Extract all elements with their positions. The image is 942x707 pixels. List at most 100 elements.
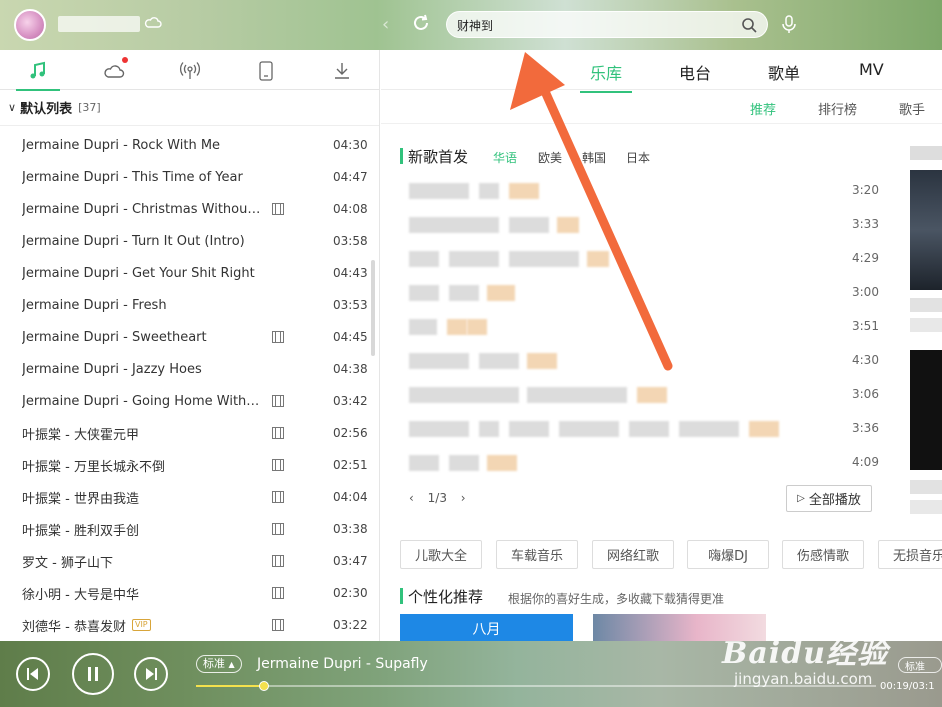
song-title: Jermaine Dupri - Get Your Shit Right [22, 265, 255, 281]
username-blurred[interactable] [58, 16, 140, 32]
mv-film-icon[interactable] [272, 427, 284, 439]
song-row[interactable]: Jermaine Dupri - Fresh 03:53 [0, 289, 372, 321]
voice-search-icon[interactable] [780, 14, 798, 34]
song-row[interactable]: 罗文 - 狮子山下 03:47 [0, 545, 372, 577]
mv-film-icon[interactable] [272, 587, 284, 599]
mv-film-icon[interactable] [272, 555, 284, 567]
playlist-header[interactable]: ∨ 默认列表 [37] [0, 90, 379, 126]
refresh-icon[interactable] [410, 12, 432, 34]
new-song-row[interactable]: 3:33 [409, 215, 909, 235]
tab-my-music[interactable] [16, 60, 60, 91]
caret-up-icon: ▲ [228, 660, 235, 669]
tag-car-music[interactable]: 车载音乐 [496, 540, 578, 569]
sub-tab-bar: 推荐 排行榜 歌手 [381, 90, 942, 124]
device-icon [259, 61, 273, 81]
playlist-title: 默认列表 [20, 102, 73, 117]
new-song-row[interactable]: 4:30 [409, 351, 909, 371]
tag-lossless[interactable]: 无损音乐 [878, 540, 942, 569]
song-row[interactable]: Jermaine Dupri - Turn It Out (Intro) 03:5… [0, 225, 372, 257]
new-song-row[interactable]: 3:36 [409, 419, 909, 439]
tag-kids-songs[interactable]: 儿歌大全 [400, 540, 482, 569]
tab-artists[interactable]: 歌手 [899, 99, 925, 118]
cloud-icon [104, 65, 125, 78]
title-bar: ‹ [0, 0, 942, 50]
search-input[interactable] [457, 16, 727, 34]
tab-playlists[interactable]: 歌单 [768, 60, 800, 84]
song-duration: 02:51 [333, 458, 368, 472]
filter-korean[interactable]: 韩国 [582, 149, 606, 166]
prev-page-icon[interactable]: ‹ [409, 491, 414, 505]
notification-dot [122, 57, 128, 63]
new-song-row[interactable]: 3:20 [409, 181, 909, 201]
previous-button[interactable] [16, 657, 50, 691]
new-song-row[interactable]: 3:00 [409, 283, 909, 303]
song-row[interactable]: Jermaine Dupri - Christmas Without ... 04… [0, 193, 372, 225]
search-box[interactable] [446, 11, 768, 38]
song-title: Jermaine Dupri - Sweetheart [22, 329, 207, 345]
quality-selector[interactable]: 标准 ▲ [196, 655, 242, 673]
tab-mv[interactable]: MV [859, 60, 884, 79]
side-album-thumb[interactable] [910, 170, 942, 290]
tab-charts[interactable]: 排行榜 [818, 99, 857, 118]
back-arrow-icon[interactable]: ‹ [382, 14, 389, 35]
new-song-row[interactable]: 3:51 [409, 317, 909, 337]
song-row[interactable]: 叶振棠 - 世界由我造 04:04 [0, 481, 372, 513]
mv-film-icon[interactable] [272, 619, 284, 631]
song-duration: 03:47 [333, 554, 368, 568]
song-row[interactable]: 叶振棠 - 胜利双手创 03:38 [0, 513, 372, 545]
tab-radio-station[interactable]: 电台 [679, 60, 711, 84]
song-row[interactable]: Jermaine Dupri - Rock With Me 04:30 [0, 129, 372, 161]
side-album-thumb[interactable] [910, 350, 942, 470]
blurred-song-text [409, 285, 439, 301]
song-row[interactable]: Jermaine Dupri - Jazzy Hoes 04:38 [0, 353, 372, 385]
tab-radio[interactable] [178, 60, 202, 82]
song-row[interactable]: Jermaine Dupri - Get Your Shit Right 04:4… [0, 257, 372, 289]
next-page-icon[interactable]: › [461, 491, 466, 505]
song-duration: 04:08 [333, 202, 368, 216]
song-row[interactable]: 叶振棠 - 万里长城永不倒 02:51 [0, 449, 372, 481]
play-all-button[interactable]: ▷ 全部播放 [786, 485, 872, 512]
vip-badge: VIP [131, 619, 151, 631]
new-song-row[interactable]: 4:09 [409, 453, 909, 473]
mv-film-icon[interactable] [272, 523, 284, 535]
progress-knob[interactable] [259, 681, 269, 691]
tab-cloud[interactable] [102, 57, 128, 82]
cloud-sync-icon[interactable] [144, 14, 162, 32]
tag-dj[interactable]: 嗨爆DJ [687, 540, 769, 569]
tab-device[interactable] [254, 60, 278, 82]
song-row[interactable]: 叶振棠 - 大侠霍元甲 02:56 [0, 417, 372, 449]
filter-japanese[interactable]: 日本 [626, 149, 650, 166]
tag-sad-songs[interactable]: 伤感情歌 [782, 540, 864, 569]
new-song-row[interactable]: 4:29 [409, 249, 909, 269]
next-button[interactable] [134, 657, 168, 691]
new-song-row[interactable]: 3:06 [409, 385, 909, 405]
filter-chinese[interactable]: 华语 [493, 149, 517, 166]
mv-film-icon[interactable] [272, 459, 284, 471]
song-duration: 02:30 [333, 586, 368, 600]
quality-selector-right[interactable]: 标准 [898, 657, 942, 673]
pause-button[interactable] [72, 653, 114, 695]
side-title-blurred [910, 146, 942, 160]
mv-film-icon[interactable] [272, 395, 284, 407]
filter-western[interactable]: 欧美 [538, 149, 562, 166]
recommend-card-august[interactable]: 八月 [400, 614, 573, 641]
song-row[interactable]: Jermaine Dupri - Sweetheart 04:45 [0, 321, 372, 353]
tab-recommend[interactable]: 推荐 [750, 99, 776, 118]
song-row[interactable]: 徐小明 - 大号是中华 02:30 [0, 577, 372, 609]
playlist-scrollbar[interactable] [371, 260, 375, 356]
song-row[interactable]: Jermaine Dupri - This Time of Year 04:47 [0, 161, 372, 193]
tab-download[interactable] [330, 60, 354, 82]
mv-film-icon[interactable] [272, 491, 284, 503]
search-icon[interactable] [741, 17, 757, 33]
now-playing-title: Jermaine Dupri - Supafly [257, 656, 428, 672]
mv-film-icon[interactable] [272, 203, 284, 215]
tab-library[interactable]: 乐库 [579, 60, 633, 93]
song-row[interactable]: Jermaine Dupri - Going Home With ... 03:4… [0, 385, 372, 417]
user-avatar[interactable] [14, 9, 46, 41]
song-duration: 02:56 [333, 426, 368, 440]
mv-film-icon[interactable] [272, 331, 284, 343]
song-title: Jermaine Dupri - Going Home With ... [22, 393, 262, 409]
chevron-down-icon[interactable]: ∨ [8, 101, 16, 114]
song-row[interactable]: 刘德华 - 恭喜发财 VIP 03:22 [0, 609, 372, 641]
tag-internet-hits[interactable]: 网络红歌 [592, 540, 674, 569]
